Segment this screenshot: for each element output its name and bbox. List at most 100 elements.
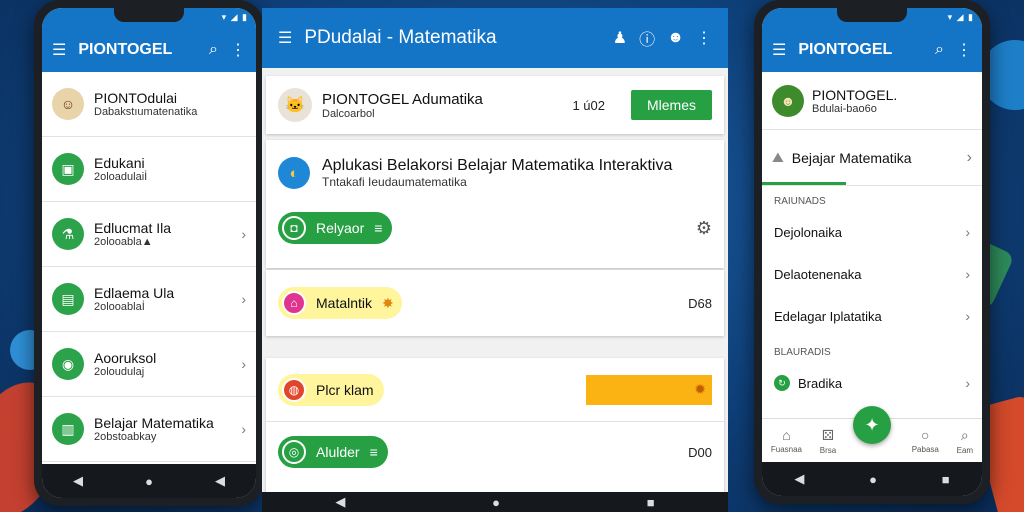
nav-item-home[interactable]: ⌂ Fuasnaa xyxy=(771,427,802,454)
book-icon: ▥ xyxy=(52,413,84,445)
primary-action-button[interactable]: Mlemes xyxy=(630,90,712,120)
chevron-right-icon: › xyxy=(966,148,972,166)
status-bar: ▾ ◢ ▮ xyxy=(762,8,982,28)
left-phone-screen: ▾ ◢ ▮ ☰ PIONTOGEL ⌕ ⋮ ☺ PIONTOdulai Daba… xyxy=(42,8,256,498)
right-phone: ▾ ◢ ▮ ☰ PIONTOGEL ⌕ ⋮ ☻ PIONTOGEL. Bdula… xyxy=(754,0,990,504)
nav-label: Brsa xyxy=(819,445,837,455)
profile-title: PIONTOGEL. xyxy=(812,86,898,103)
right-phone-screen: ▾ ◢ ▮ ☰ PIONTOGEL ⌕ ⋮ ☻ PIONTOGEL. Bdula… xyxy=(762,8,982,496)
list-item[interactable]: ⚗ Edlucmat Ila 2olooabla▲ › xyxy=(42,202,256,267)
more-vert-icon[interactable]: ⋮ xyxy=(956,40,972,60)
nav-label: Pabasa xyxy=(911,445,939,454)
app-logo-icon: ◐ xyxy=(278,157,310,189)
list-item-title: Edukani xyxy=(94,155,145,171)
recents-icon[interactable]: ■ xyxy=(647,495,655,510)
quiz-pill-button[interactable]: ◎ Alulder ≡ xyxy=(278,436,388,468)
menu-item[interactable]: ↻ Bradika › xyxy=(762,362,982,404)
list-item[interactable]: ▤ Edlaema Ula 2olooablaİ › xyxy=(42,267,256,332)
pill-label: Matalntik xyxy=(316,295,373,311)
topic-card: ⌂ Matalntik ✸ D68 xyxy=(266,270,724,336)
tab-learn-math[interactable]: ⛰ Bejajar Matematika › xyxy=(762,130,982,186)
camera-notch xyxy=(837,8,907,22)
cat-avatar-icon: 🐱 xyxy=(278,88,312,122)
home-icon[interactable]: ● xyxy=(492,495,500,510)
pill-label: Alulder xyxy=(316,444,360,460)
hamburger-menu-icon[interactable]: ☰ xyxy=(52,40,66,60)
tab-indicator xyxy=(762,182,846,185)
list-item-subtitle: 2obstoabkay xyxy=(94,431,157,443)
search-icon[interactable]: ⌕ xyxy=(209,41,218,59)
search-icon[interactable]: ⌕ xyxy=(935,41,944,59)
profile-header[interactable]: ☻ PIONTOGEL. Bdulai-bao6o xyxy=(762,72,982,130)
feature-subtitle: Tntakafi Ieudaumatematika xyxy=(322,175,467,189)
lab-icon: ⚗ xyxy=(52,218,84,250)
status-icons: ▾ ◢ ▮ xyxy=(947,12,974,22)
info-icon[interactable]: ⓘ xyxy=(639,26,655,50)
sun-icon: ✹ xyxy=(694,381,706,397)
list-item-title: Aooruksol xyxy=(94,350,157,366)
feature-card: ◐ Aplukasi Belakorsi Belajar Matematika … xyxy=(266,140,724,268)
back-icon[interactable]: ◀ xyxy=(794,471,804,487)
floating-action-button[interactable]: ✦ xyxy=(853,406,891,444)
chevron-right-icon: › xyxy=(965,308,970,324)
profile-title: PIONTOGEL Adumatika xyxy=(322,90,483,108)
menu-item[interactable]: Delaotenenaka › xyxy=(762,253,982,295)
chevron-right-icon: › xyxy=(241,226,246,242)
camera-notch xyxy=(114,8,184,22)
list-item-subtitle: Dabakstıumatenatika xyxy=(94,106,198,118)
owl-avatar-icon: ☻ xyxy=(772,84,804,117)
math-pill-button[interactable]: ⌂ Matalntik ✸ xyxy=(278,287,402,319)
chevron-right-icon: › xyxy=(965,375,970,391)
item-count: 1 ú02 xyxy=(572,97,605,113)
tab-label: Bejajar Matematika xyxy=(791,149,912,166)
list-item[interactable]: ☺ PIONTOdulai Dabakstıumatenatika xyxy=(42,72,256,137)
list-item-title: Edlaema Ula xyxy=(94,285,175,301)
section-header: RAIUNADS xyxy=(774,196,826,207)
search-icon: ⌕ xyxy=(960,426,969,443)
progress-bar: ✹ xyxy=(586,374,712,405)
menu-lines-icon: ≡ xyxy=(369,444,378,460)
back-icon[interactable]: ◀ xyxy=(73,473,83,489)
list-item[interactable]: ◉ Aooruksol 2oloudulaj › xyxy=(42,332,256,397)
practice-icon: ◍ xyxy=(282,377,306,402)
recents-icon[interactable]: ■ xyxy=(942,472,950,487)
menu-lines-icon: ≡ xyxy=(374,220,383,236)
hamburger-menu-icon[interactable]: ☰ xyxy=(278,28,292,48)
lock-icon: ◘ xyxy=(282,216,306,240)
chevron-right-icon: › xyxy=(241,356,246,372)
chevron-right-icon: › xyxy=(965,224,970,240)
settings-gear-icon[interactable]: ⚙ xyxy=(696,218,712,239)
home-icon[interactable]: ● xyxy=(869,472,877,487)
learn-pill-button[interactable]: ◘ Relyaor ≡ xyxy=(278,212,393,244)
home-icon: ⌂ xyxy=(782,427,791,443)
list-item-title: PIONTOdulai xyxy=(94,90,177,106)
back-icon[interactable]: ◀ xyxy=(335,494,345,510)
practice-pill-button[interactable]: ◍ Plcr klam xyxy=(278,373,384,406)
section-header: BLAURADIS xyxy=(774,347,831,358)
profile-card: 🐱 PIONTOGEL Adumatika Dalcoarbol 1 ú02 M… xyxy=(266,76,724,134)
list-item[interactable]: ▥ Belajar Matematika 2obstoabkay › xyxy=(42,397,256,462)
home-icon[interactable]: ● xyxy=(145,474,153,489)
back-icon[interactable]: ◀ xyxy=(215,473,225,489)
list-item[interactable]: ▣ Edukani 2oloadulaiİ xyxy=(42,137,256,202)
dice-icon: ⚄ xyxy=(821,426,835,443)
nav-item-games[interactable]: ⚄ Brsa xyxy=(820,427,836,455)
pin-icon: ✦ xyxy=(864,414,880,435)
menu-item[interactable]: Edelagar Iplatatika › xyxy=(762,295,982,337)
hamburger-menu-icon[interactable]: ☰ xyxy=(772,40,786,60)
more-vert-icon[interactable]: ⋮ xyxy=(230,40,246,60)
app-title: PDudalai - Matematika xyxy=(304,27,497,48)
nav-item-read[interactable]: ○ Pabasa xyxy=(912,427,939,454)
circle-icon: ○ xyxy=(921,427,930,443)
person-icon[interactable]: ♟ xyxy=(613,28,627,48)
avatar-icon[interactable]: ☻ xyxy=(667,29,684,47)
more-vert-icon[interactable]: ⋮ xyxy=(696,28,712,48)
menu-item[interactable]: Dejolonaika › xyxy=(762,211,982,253)
activities-card: ◍ Plcr klam ✹ ◎ Alulder ≡ D00 xyxy=(266,358,724,512)
star-badge-icon: ✸ xyxy=(382,294,394,311)
chevron-right-icon: › xyxy=(241,291,246,307)
list-item-title: Belajar Matematika xyxy=(94,415,214,431)
app-title: PIONTOGEL xyxy=(78,41,173,58)
system-nav-bar: ◀ ● ■ xyxy=(762,462,982,496)
nav-item-search[interactable]: ⌕ Eam xyxy=(957,427,973,455)
